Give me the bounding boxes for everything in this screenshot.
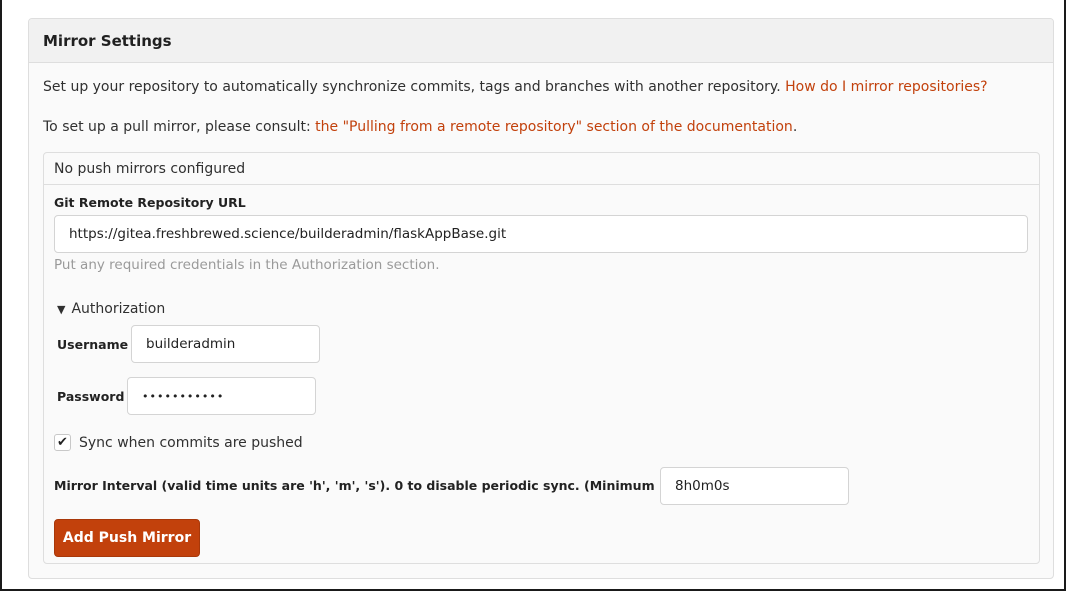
mirror-description: Set up your repository to automatically … <box>43 79 988 95</box>
mirror-interval-input[interactable]: 8h0m0s <box>660 467 849 505</box>
sync-on-push-checkbox[interactable]: ✔ <box>54 434 71 451</box>
add-push-mirror-button[interactable]: Add Push Mirror <box>54 519 200 557</box>
password-label: Password <box>57 389 125 404</box>
push-mirror-panel: No push mirrors configured Git Remote Re… <box>43 152 1040 564</box>
url-label: Git Remote Repository URL <box>54 195 246 210</box>
pull-mirror-docs-link[interactable]: the "Pulling from a remote repository" s… <box>315 119 793 135</box>
username-label: Username <box>57 337 129 352</box>
remote-url-input[interactable]: https://gitea.freshbrewed.science/builde… <box>54 215 1028 253</box>
password-input[interactable]: ••••••••••• <box>127 377 316 415</box>
mirror-help-link[interactable]: How do I mirror repositories? <box>785 79 987 95</box>
checkmark-icon: ✔ <box>57 435 68 450</box>
pull-mirror-text: To set up a pull mirror, please consult: <box>43 119 311 135</box>
authorization-toggle[interactable]: ▼ Authorization <box>57 301 165 317</box>
mirror-settings-card: Mirror Settings Set up your repository t… <box>28 18 1054 579</box>
description-text: Set up your repository to automatically … <box>43 79 781 95</box>
push-mirrors-empty-state: No push mirrors configured <box>44 153 1039 185</box>
sync-on-push-label[interactable]: Sync when commits are pushed <box>79 435 303 451</box>
section-title: Mirror Settings <box>29 19 1053 63</box>
username-input[interactable]: builderadmin <box>131 325 320 363</box>
url-help-text: Put any required credentials in the Auth… <box>54 257 440 273</box>
authorization-label: Authorization <box>71 301 166 317</box>
pull-mirror-note: To set up a pull mirror, please consult:… <box>43 119 797 135</box>
pull-mirror-suffix: . <box>792 119 798 135</box>
caret-down-icon: ▼ <box>57 303 66 316</box>
